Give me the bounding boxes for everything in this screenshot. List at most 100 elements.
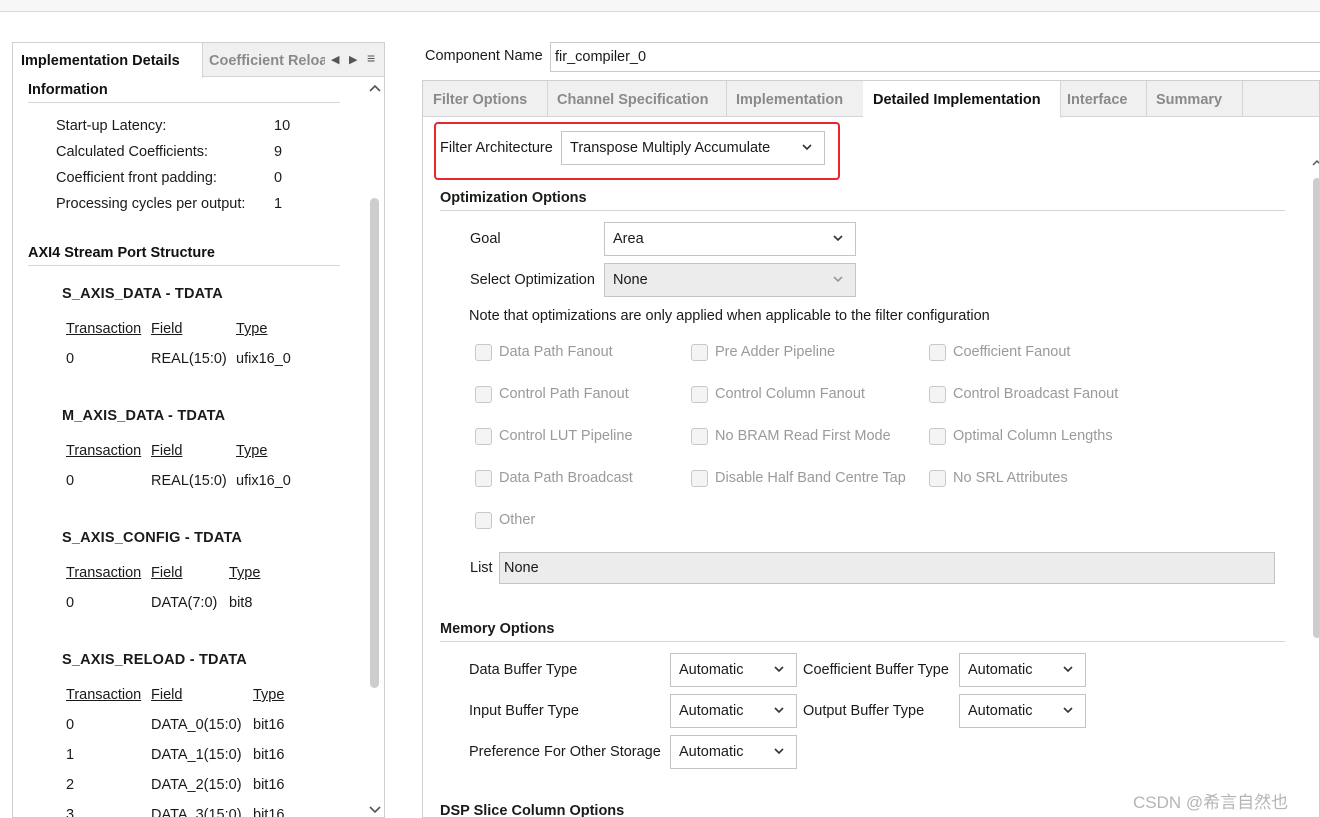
chevron-down-icon: [774, 707, 784, 714]
info-value: 10: [274, 118, 291, 134]
filter-architecture-value: Transpose Multiply Accumulate: [570, 140, 771, 156]
checkbox-data-path-fanout[interactable]: [475, 344, 492, 361]
divider: [440, 210, 1285, 211]
tab-filter-options[interactable]: Filter Options: [423, 81, 548, 117]
coefficient-buffer-type-select[interactable]: Automatic: [959, 653, 1086, 687]
checkbox-control-lut-pipeline[interactable]: [475, 428, 492, 445]
right-scrollbar-thumb[interactable]: [1313, 178, 1319, 638]
checkbox-data-path-broadcast[interactable]: [475, 470, 492, 487]
cell-field: DATA_2(15:0): [151, 777, 242, 793]
cell-transaction: 0: [66, 351, 75, 367]
coefficient-buffer-type-value: Automatic: [968, 662, 1033, 678]
checkbox-label: Data Path Broadcast: [499, 470, 633, 486]
checkbox-label: Control LUT Pipeline: [499, 428, 633, 444]
component-name-input[interactable]: fir_compiler_0: [550, 42, 1320, 72]
top-border: [0, 0, 1320, 12]
preference-other-storage-label: Preference For Other Storage: [469, 744, 661, 760]
output-buffer-type-label: Output Buffer Type: [803, 703, 925, 719]
optimization-note: Note that optimizations are only applied…: [469, 308, 990, 324]
chevron-down-icon: [774, 666, 784, 673]
tab-scroll-left-icon[interactable]: ◀: [331, 53, 339, 66]
filter-architecture-select[interactable]: Transpose Multiply Accumulate: [561, 131, 825, 165]
info-value: 0: [274, 170, 283, 186]
col-header-transaction: Transaction: [66, 443, 142, 459]
checkbox-label: Other: [499, 512, 536, 528]
tab-interface[interactable]: Interface: [1057, 81, 1147, 117]
preference-other-storage-value: Automatic: [679, 744, 744, 760]
col-header-transaction: Transaction: [66, 321, 142, 337]
cell-type: bit16: [253, 747, 285, 763]
select-optimization-select[interactable]: None: [604, 263, 856, 297]
preference-other-storage-select[interactable]: Automatic: [670, 735, 797, 769]
port-title: S_AXIS_CONFIG - TDATA: [62, 530, 243, 546]
list-input[interactable]: None: [499, 552, 1275, 584]
info-value: 1: [274, 196, 283, 212]
scroll-down-icon[interactable]: [368, 805, 382, 815]
checkbox-label: Control Column Fanout: [715, 386, 865, 402]
left-scrollbar-thumb[interactable]: [370, 198, 379, 688]
checkbox-other[interactable]: [475, 512, 492, 529]
cell-transaction: 1: [66, 747, 75, 763]
checkbox-control-broadcast-fanout[interactable]: [929, 386, 946, 403]
tab-menu-icon[interactable]: ≡: [367, 50, 375, 66]
tab-coefficient-reload[interactable]: Coefficient Reload: [209, 43, 325, 77]
checkbox-no-bram-read-first-mode[interactable]: [691, 428, 708, 445]
output-buffer-type-select[interactable]: Automatic: [959, 694, 1086, 728]
cell-field: DATA(7:0): [151, 595, 218, 611]
checkbox-label: Control Path Fanout: [499, 386, 629, 402]
tab-implementation-details[interactable]: Implementation Details: [13, 43, 203, 78]
info-label: Processing cycles per output:: [56, 196, 246, 212]
checkbox-optimal-column-lengths[interactable]: [929, 428, 946, 445]
col-header-transaction: Transaction: [66, 565, 142, 581]
select-optimization-value: None: [613, 272, 648, 288]
tab-channel-specification[interactable]: Channel Specification: [547, 81, 727, 117]
checkbox-disable-half-band-centre-tap[interactable]: [691, 470, 708, 487]
left-tab-bar: Implementation Details Coefficient Reloa…: [13, 43, 384, 78]
tab-detailed-implementation[interactable]: Detailed Implementation: [863, 81, 1061, 118]
cell-type: ufix16_0: [236, 351, 291, 367]
info-label: Calculated Coefficients:: [56, 144, 209, 160]
chevron-down-icon: [774, 748, 784, 755]
scroll-up-icon[interactable]: [1311, 158, 1320, 168]
checkbox-control-path-fanout[interactable]: [475, 386, 492, 403]
goal-value: Area: [613, 231, 644, 247]
cell-transaction: 0: [66, 595, 75, 611]
input-buffer-type-select[interactable]: Automatic: [670, 694, 797, 728]
col-header-transaction: Transaction: [66, 687, 142, 703]
data-buffer-type-select[interactable]: Automatic: [670, 653, 797, 687]
checkbox-label: Optimal Column Lengths: [953, 428, 1113, 444]
goal-select[interactable]: Area: [604, 222, 856, 256]
tab-scroll-right-icon[interactable]: ▶: [349, 53, 357, 66]
output-buffer-type-value: Automatic: [968, 703, 1033, 719]
col-header-field: Field: [151, 443, 183, 459]
data-buffer-type-label: Data Buffer Type: [469, 662, 578, 678]
chevron-down-icon: [833, 276, 843, 283]
cell-transaction: 2: [66, 777, 75, 793]
scroll-up-icon[interactable]: [368, 83, 382, 93]
col-header-field: Field: [151, 565, 183, 581]
checkbox-label: Pre Adder Pipeline: [715, 344, 836, 360]
tab-summary[interactable]: Summary: [1146, 81, 1243, 117]
checkbox-label: Data Path Fanout: [499, 344, 613, 360]
optimization-options-title: Optimization Options: [440, 190, 587, 206]
divider: [28, 102, 340, 103]
checkbox-pre-adder-pipeline[interactable]: [691, 344, 708, 361]
checkbox-coefficient-fanout[interactable]: [929, 344, 946, 361]
cell-type: bit16: [253, 777, 285, 793]
cell-type: bit16: [253, 717, 285, 733]
checkbox-label: No SRL Attributes: [953, 470, 1068, 486]
chevron-down-icon: [802, 144, 812, 151]
goal-label: Goal: [470, 231, 501, 247]
cell-field: DATA_0(15:0): [151, 717, 242, 733]
axi-title: AXI4 Stream Port Structure: [28, 245, 215, 261]
checkbox-control-column-fanout[interactable]: [691, 386, 708, 403]
checkbox-no-srl-attributes[interactable]: [929, 470, 946, 487]
cell-transaction: 0: [66, 473, 75, 489]
cell-field: REAL(15:0): [151, 351, 227, 367]
checkbox-label: Disable Half Band Centre Tap: [715, 470, 906, 486]
cell-field: DATA_1(15:0): [151, 747, 242, 763]
cell-type: ufix16_0: [236, 473, 291, 489]
tab-implementation[interactable]: Implementation: [726, 81, 864, 117]
divider: [440, 641, 1285, 642]
cell-type: bit8: [229, 595, 253, 611]
